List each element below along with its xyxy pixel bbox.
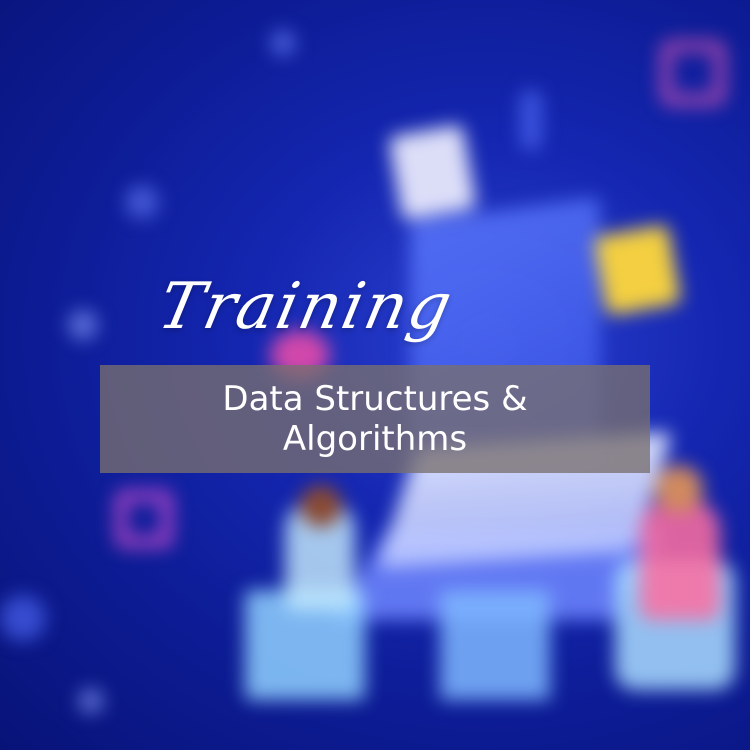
person-right-figure — [640, 500, 720, 620]
dot-decoration — [125, 185, 159, 219]
dot-decoration — [520, 90, 542, 150]
promo-card: Training Data Structures & Algorithms — [0, 0, 750, 750]
floating-card-icon — [593, 224, 682, 316]
dot-decoration — [0, 595, 46, 641]
person-right-head — [655, 465, 703, 513]
dot-decoration — [68, 310, 98, 340]
ring-icon — [115, 490, 173, 548]
ring-icon — [660, 40, 726, 106]
subtitle-banner: Data Structures & Algorithms — [100, 365, 650, 473]
desk-base-shape — [440, 590, 550, 700]
training-title: Training — [152, 270, 460, 344]
dot-decoration — [270, 30, 296, 56]
person-left-head — [300, 485, 342, 527]
subtitle-line-2: Algorithms — [282, 419, 468, 459]
floating-card-icon — [388, 124, 477, 221]
dot-decoration — [78, 688, 104, 714]
subtitle-line-1: Data Structures & — [222, 379, 528, 419]
